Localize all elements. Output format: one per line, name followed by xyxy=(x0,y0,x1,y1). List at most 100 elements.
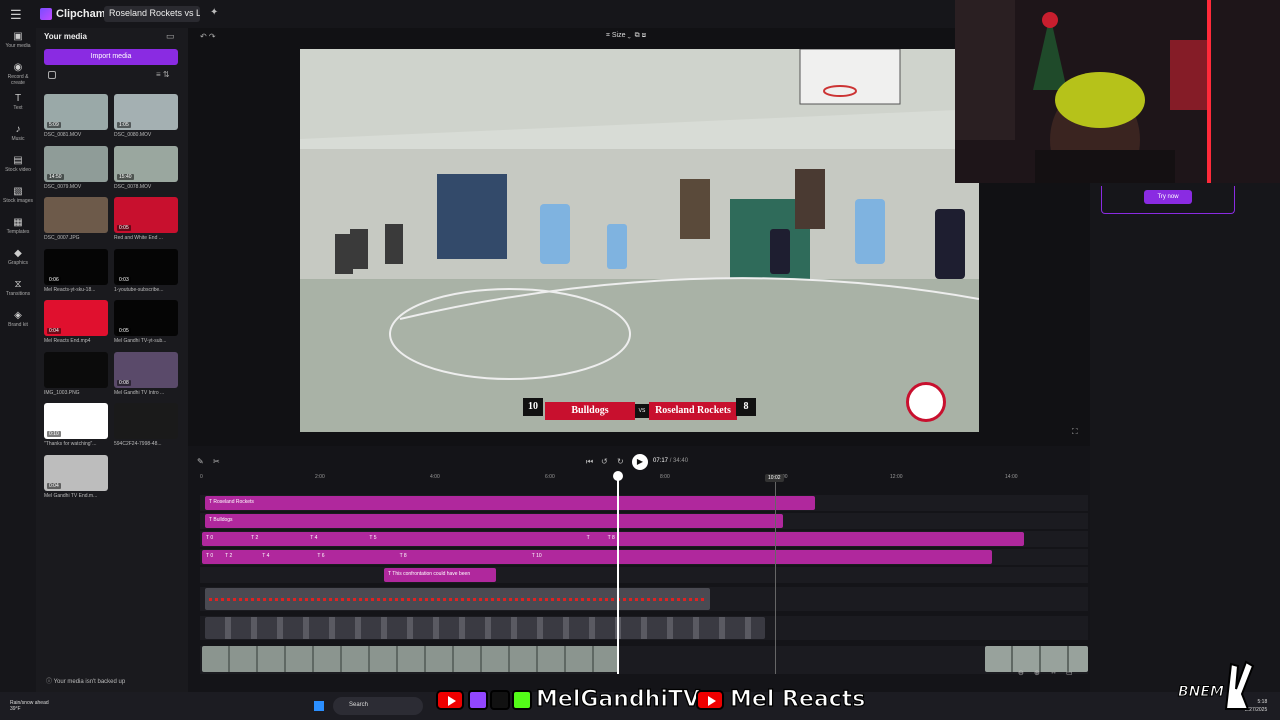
thumbnail-duration: 15:40 xyxy=(117,173,134,180)
media-thumbnail[interactable]: 0:06 xyxy=(44,248,108,285)
fullscreen-icon[interactable]: ⛶ xyxy=(1072,427,1078,437)
windows-start-icon[interactable] xyxy=(314,701,324,711)
channel-name-1: MelGandhiTV xyxy=(535,686,700,712)
media-thumbnail[interactable]: 0:05 xyxy=(114,300,178,336)
score-clips-bulldogs[interactable]: T 0 T 2 T 4 T 6 T 8 T 10 xyxy=(202,550,992,564)
media-thumbnail[interactable]: 0:04 xyxy=(44,300,108,336)
magnet-icon[interactable]: ✎ xyxy=(197,457,204,466)
zoom-in-icon[interactable]: ⊕ xyxy=(1034,669,1040,677)
text-clip-confrontation[interactable]: T This confrontation could have been xyxy=(384,568,496,582)
media-thumbnail[interactable]: 5:09 xyxy=(44,94,108,130)
rail-item-8[interactable]: ⧖ Transitions xyxy=(0,279,36,297)
hamburger-menu-icon[interactable]: ☰ xyxy=(10,7,22,22)
skip-back-icon[interactable]: ⏮ xyxy=(586,457,593,467)
thumbnail-label: Mel Gandhi TV End.m... xyxy=(44,492,98,499)
size-dropdown[interactable]: ⌗ Size ⌄ ⧉ ⧈ xyxy=(606,32,646,40)
vs-badge: VS xyxy=(635,404,649,418)
rail-item-4[interactable]: ▤ Stock video xyxy=(0,155,36,173)
weather-temp: 39°F xyxy=(10,706,21,712)
playhead[interactable] xyxy=(617,474,619,674)
webcam-scene xyxy=(955,0,1280,183)
rail-item-label: Text xyxy=(13,105,23,111)
undo-icon[interactable]: ↶ ↷ xyxy=(200,32,216,41)
rail-item-2[interactable]: T Text xyxy=(0,93,36,111)
ruler-tick-label: 12:00 xyxy=(890,474,903,480)
media-thumbnail[interactable]: 0:04 xyxy=(44,454,108,491)
properties-panel: Try now xyxy=(1090,183,1280,692)
rail-item-9[interactable]: ◈ Brand kit xyxy=(0,310,36,328)
import-media-button[interactable]: Import media xyxy=(44,49,178,65)
split-icon[interactable]: ✂ xyxy=(213,457,220,466)
thumbnail-duration: 0:04 xyxy=(47,482,61,489)
zoom-out-icon[interactable]: ⊖ xyxy=(1018,669,1024,677)
right-team: Roseland Rockets xyxy=(649,402,737,420)
score-value: 8 xyxy=(403,553,407,559)
thumbnail-duration: 0:05 xyxy=(117,328,131,334)
thumbnail-label: 1-youtube-subscribe... xyxy=(114,286,164,293)
magic-wand-icon[interactable]: ✦ xyxy=(210,7,218,18)
text-clip-roseland[interactable]: T Roseland Rockets xyxy=(205,496,815,510)
text-clip-bulldogs[interactable]: T Bulldogs xyxy=(205,514,783,528)
media-thumbnail[interactable]: 14:50 xyxy=(44,145,108,182)
rail-item-label: Transitions xyxy=(5,291,31,297)
media-thumbnail[interactable]: 0:08 xyxy=(114,351,178,388)
rail-item-label: Brand kit xyxy=(8,322,28,328)
video-clip-main[interactable] xyxy=(202,646,618,672)
media-thumbnail[interactable]: 0:10 xyxy=(44,403,108,439)
filter-sort-icon[interactable]: ≡ ⇅ xyxy=(156,70,170,79)
channel-banner: MelGandhiTV Mel Reacts xyxy=(434,686,866,716)
thumbnail-duration: 0:04 xyxy=(47,328,61,334)
media-thumbnail[interactable]: 0:05 xyxy=(114,197,178,233)
rail-item-label: Graphics xyxy=(7,260,28,266)
clip-label: Bulldogs xyxy=(213,517,233,523)
collapse-panel-icon[interactable]: ▭ xyxy=(166,31,175,42)
film-icon: ▤ xyxy=(13,155,23,166)
select-all-checkbox[interactable] xyxy=(48,71,56,79)
clip-label: This confrontation could have been xyxy=(392,571,471,577)
ruler-tick-label: 8:00 xyxy=(660,474,670,480)
logo-overlay-clip[interactable] xyxy=(205,617,765,639)
media-thumbnail[interactable]: 1:05 xyxy=(114,94,178,130)
rail-item-7[interactable]: ◆ Graphics xyxy=(0,248,36,266)
try-now-button[interactable]: Try now xyxy=(1144,190,1192,204)
rail-item-1[interactable]: ◉ Record & create xyxy=(0,62,36,86)
kick-icon xyxy=(512,690,532,710)
rail-item-5[interactable]: ▧ Stock images xyxy=(0,186,36,204)
fit-timeline-icon[interactable]: ↔ xyxy=(1050,669,1057,676)
weather-widget[interactable]: Rain/snow ahead 39°F xyxy=(10,700,49,712)
thumbnail-label: DSC_0007.JPG xyxy=(44,235,80,241)
backup-notice-text: Your media isn't backed up xyxy=(53,679,126,685)
audio-clip[interactable] xyxy=(205,588,710,610)
thumbnail-label: DSC_0079.MOV xyxy=(44,183,82,190)
rewind-icon[interactable]: ↺ xyxy=(601,457,608,466)
media-thumbnail[interactable] xyxy=(44,351,108,388)
media-thumbnail[interactable]: 15:40 xyxy=(114,145,178,182)
taskbar-search[interactable]: Search xyxy=(333,697,423,715)
thumbnail-duration: 0:03 xyxy=(117,276,131,283)
thumbnail-duration: 0:06 xyxy=(47,276,61,283)
score-value: 8 xyxy=(611,535,615,541)
playhead-handle[interactable] xyxy=(613,471,623,481)
rail-item-6[interactable]: ▦ Templates xyxy=(0,217,36,235)
media-thumbnail[interactable] xyxy=(114,403,178,439)
forward-icon[interactable]: ↻ xyxy=(617,457,624,466)
bnem-logo: BNEM xyxy=(1176,654,1266,714)
thumbnail-label: Mel Gandhi TV-yt-sub... xyxy=(114,338,167,344)
rail-item-0[interactable]: ▣ Your media xyxy=(0,31,36,49)
scoreboard: 10 Bulldogs VS Roseland Rockets 8 xyxy=(523,398,756,426)
rail-item-3[interactable]: ♪ Music xyxy=(0,124,36,142)
score-segment: T 4 xyxy=(310,535,317,541)
video-preview[interactable]: 10 Bulldogs VS Roseland Rockets 8 xyxy=(300,49,979,432)
media-thumbnail[interactable]: 0:03 xyxy=(114,248,178,285)
expand-timeline-icon[interactable]: ▭ xyxy=(1066,669,1073,677)
score-segment: T 2 xyxy=(251,535,258,541)
project-title-field[interactable]: Roseland Rockets vs Lucky L xyxy=(104,6,200,22)
score-value: 0 xyxy=(210,553,214,559)
score-clips-rockets[interactable]: T 0 T 2 T 4 T 5 T T 8 xyxy=(202,532,1024,546)
thumbnail-label: 594C2F24-7998-48... xyxy=(114,441,162,447)
shapes-icon: ◆ xyxy=(14,248,22,259)
media-thumbnail[interactable] xyxy=(44,197,108,233)
score-value: 4 xyxy=(314,535,318,541)
play-button[interactable]: ▶ xyxy=(632,454,648,470)
ruler-tick-label: 4:00 xyxy=(430,474,440,480)
